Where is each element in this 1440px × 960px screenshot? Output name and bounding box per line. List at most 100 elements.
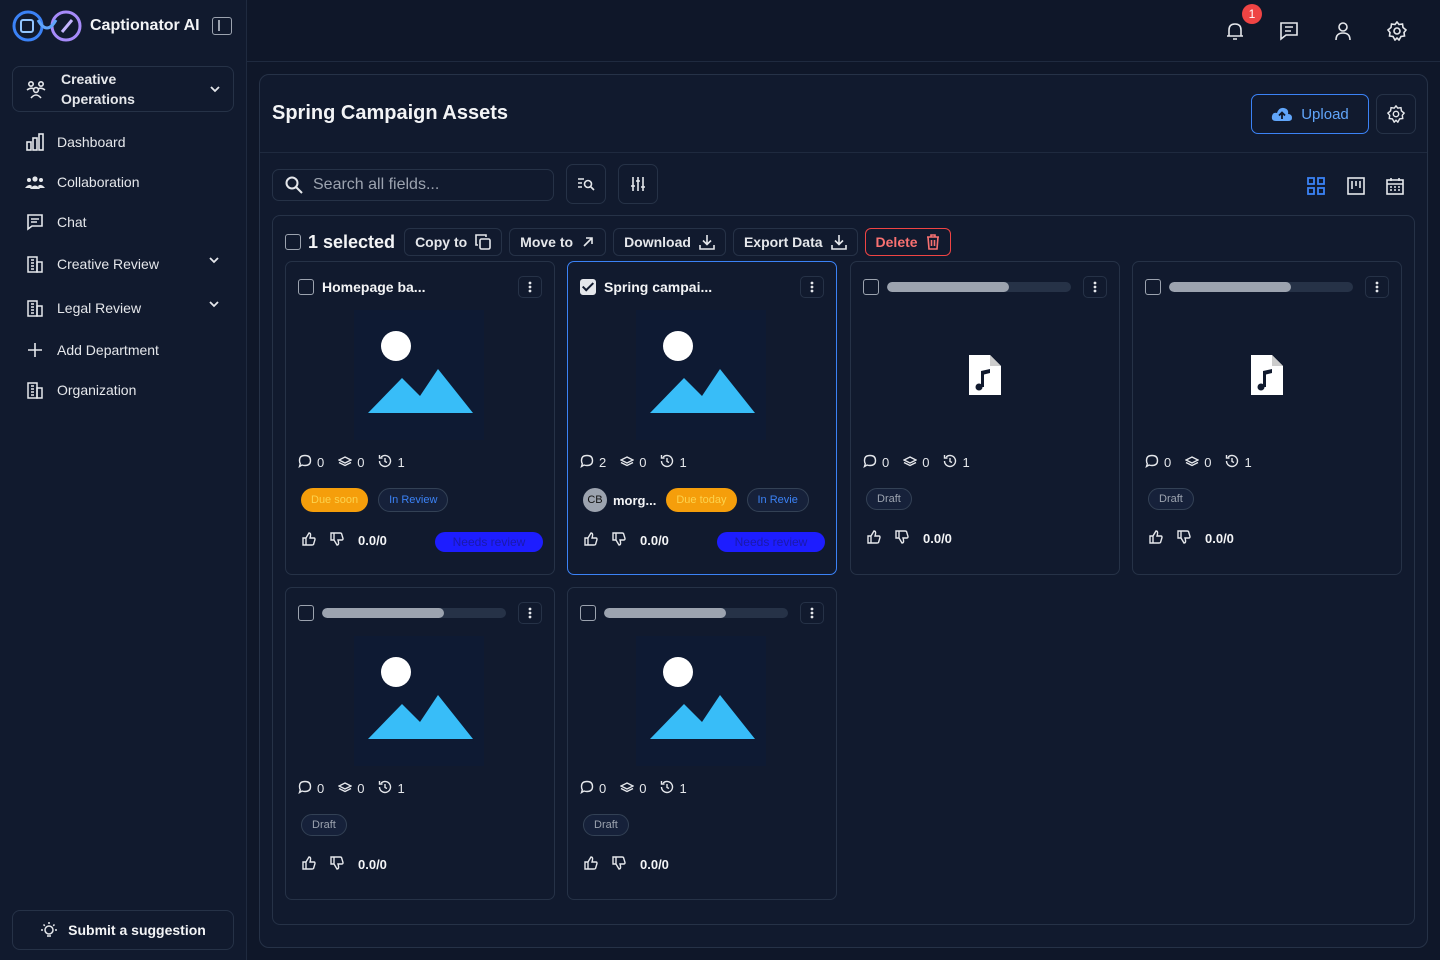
needs-review-badge: Needs review bbox=[435, 532, 543, 552]
upload-button[interactable]: Upload bbox=[1251, 94, 1369, 134]
department-name: Creative Operations bbox=[61, 71, 135, 107]
thumbs-up-icon[interactable] bbox=[584, 856, 598, 873]
versions-count[interactable]: 1 bbox=[1225, 454, 1252, 471]
thumbs-up-icon[interactable] bbox=[302, 856, 316, 873]
more-options-icon[interactable] bbox=[800, 276, 824, 298]
asset-card[interactable]: 0 0 1 Draft 0.0/0 bbox=[1132, 261, 1402, 575]
layers-count[interactable]: 0 bbox=[619, 454, 646, 471]
layers-count[interactable]: 0 bbox=[619, 780, 646, 797]
card-checkbox[interactable] bbox=[298, 279, 314, 295]
sidebar-collapse-icon[interactable] bbox=[212, 17, 232, 35]
submit-suggestion-button[interactable]: Submit a suggestion bbox=[12, 910, 234, 950]
sidebar-item-add-department[interactable]: Add Department bbox=[12, 330, 234, 370]
versions-count[interactable]: 1 bbox=[378, 454, 405, 471]
layers-count[interactable]: 0 bbox=[337, 780, 364, 797]
layers-value: 0 bbox=[1204, 455, 1212, 470]
user-icon[interactable] bbox=[1332, 20, 1354, 42]
card-checkbox[interactable] bbox=[1145, 279, 1161, 295]
card-checkbox[interactable] bbox=[298, 605, 314, 621]
bell-icon[interactable] bbox=[1224, 20, 1246, 42]
chat-icon bbox=[24, 211, 46, 233]
thumbs-down-icon[interactable] bbox=[895, 530, 909, 547]
kanban-view-icon[interactable] bbox=[1345, 175, 1367, 197]
image-placeholder-icon[interactable] bbox=[636, 636, 766, 766]
comment-icon bbox=[863, 454, 877, 471]
image-placeholder-icon[interactable] bbox=[636, 310, 766, 440]
comments-count[interactable]: 0 bbox=[1145, 454, 1171, 471]
more-options-icon[interactable] bbox=[1083, 276, 1107, 298]
versions-value: 1 bbox=[397, 455, 405, 470]
comments-count[interactable]: 0 bbox=[863, 454, 889, 471]
delete-button[interactable]: Delete bbox=[864, 228, 951, 256]
thumbs-down-icon[interactable] bbox=[330, 856, 344, 873]
sidebar-item-dashboard[interactable]: Dashboard bbox=[12, 122, 234, 162]
image-placeholder-icon[interactable] bbox=[354, 636, 484, 766]
sidebar-item-label: Chat bbox=[57, 214, 87, 230]
asset-card[interactable]: 0 0 1 Draft 0.0/0 bbox=[285, 587, 555, 900]
thumbs-up-icon[interactable] bbox=[867, 530, 881, 547]
sidebar-item-collaboration[interactable]: Collaboration bbox=[12, 162, 234, 202]
brand[interactable]: Captionator AI bbox=[12, 9, 200, 43]
calendar-view-icon[interactable] bbox=[1384, 175, 1406, 197]
asset-card[interactable]: 0 0 1 Draft 0.0/0 bbox=[850, 261, 1120, 575]
thumbs-up-icon[interactable] bbox=[302, 532, 316, 549]
layers-count[interactable]: 0 bbox=[902, 454, 929, 471]
download-button[interactable]: Download bbox=[613, 228, 726, 256]
versions-count[interactable]: 1 bbox=[660, 780, 687, 797]
more-options-icon[interactable] bbox=[1365, 276, 1389, 298]
chevron-down-icon[interactable] bbox=[208, 298, 220, 310]
department-selector[interactable]: Creative Operations bbox=[12, 66, 234, 112]
chevron-down-icon[interactable] bbox=[208, 254, 220, 266]
versions-value: 1 bbox=[679, 455, 687, 470]
more-options-icon[interactable] bbox=[518, 276, 542, 298]
more-options-icon[interactable] bbox=[800, 602, 824, 624]
search-input[interactable] bbox=[313, 176, 543, 194]
gear-icon[interactable] bbox=[1386, 20, 1408, 42]
versions-count[interactable]: 1 bbox=[943, 454, 970, 471]
image-placeholder-icon[interactable] bbox=[354, 310, 484, 440]
search-box[interactable] bbox=[272, 169, 554, 201]
card-tags: CB morg... Due today In Revie bbox=[583, 488, 809, 512]
comments-count[interactable]: 2 bbox=[580, 454, 606, 471]
thumbs-up-icon[interactable] bbox=[1149, 530, 1163, 547]
comments-count[interactable]: 0 bbox=[298, 454, 324, 471]
avatar[interactable]: CB bbox=[583, 488, 607, 512]
versions-count[interactable]: 1 bbox=[378, 780, 405, 797]
comments-value: 0 bbox=[1164, 455, 1172, 470]
thumbs-down-icon[interactable] bbox=[612, 532, 626, 549]
asset-card[interactable]: Homepage ba... 0 0 1 Due soon In Review 0.0/0 N… bbox=[285, 261, 555, 575]
messages-icon[interactable] bbox=[1278, 20, 1300, 42]
export-data-button[interactable]: Export Data bbox=[732, 228, 858, 256]
card-checkbox[interactable] bbox=[580, 279, 596, 295]
thumbs-down-icon[interactable] bbox=[330, 532, 344, 549]
rating-value: 0.0/0 bbox=[358, 533, 387, 548]
sidebar-item-legal-review[interactable]: Legal Review bbox=[12, 286, 234, 330]
advanced-search-button[interactable] bbox=[566, 164, 606, 204]
card-header: Spring campai... bbox=[580, 276, 824, 298]
notification-badge: 1 bbox=[1242, 4, 1262, 24]
asset-card[interactable]: 0 0 1 Draft 0.0/0 bbox=[567, 587, 837, 900]
thumbs-down-icon[interactable] bbox=[612, 856, 626, 873]
layers-count[interactable]: 0 bbox=[337, 454, 364, 471]
sidebar-item-creative-review[interactable]: Creative Review bbox=[12, 242, 234, 286]
suggest-label: Submit a suggestion bbox=[68, 922, 206, 938]
move-to-button[interactable]: Move to bbox=[509, 228, 607, 256]
asset-card[interactable]: Spring campai... 2 0 1 CB morg... Due today In … bbox=[567, 261, 837, 575]
filters-button[interactable] bbox=[618, 164, 658, 204]
layers-count[interactable]: 0 bbox=[1184, 454, 1212, 471]
more-options-icon[interactable] bbox=[518, 602, 542, 624]
select-all-checkbox[interactable] bbox=[285, 234, 301, 250]
comments-count[interactable]: 0 bbox=[580, 780, 606, 797]
panel-settings-button[interactable] bbox=[1376, 94, 1416, 134]
thumbs-up-icon[interactable] bbox=[584, 532, 598, 549]
sidebar-item-chat[interactable]: Chat bbox=[12, 202, 234, 242]
sidebar: Captionator AI Creative Operations Dashb… bbox=[0, 0, 247, 960]
versions-count[interactable]: 1 bbox=[660, 454, 687, 471]
card-checkbox[interactable] bbox=[580, 605, 596, 621]
thumbs-down-icon[interactable] bbox=[1177, 530, 1191, 547]
grid-view-icon[interactable] bbox=[1305, 175, 1327, 197]
copy-to-button[interactable]: Copy to bbox=[404, 228, 503, 256]
card-checkbox[interactable] bbox=[863, 279, 879, 295]
comments-count[interactable]: 0 bbox=[298, 780, 324, 797]
sidebar-item-organization[interactable]: Organization bbox=[12, 370, 234, 410]
